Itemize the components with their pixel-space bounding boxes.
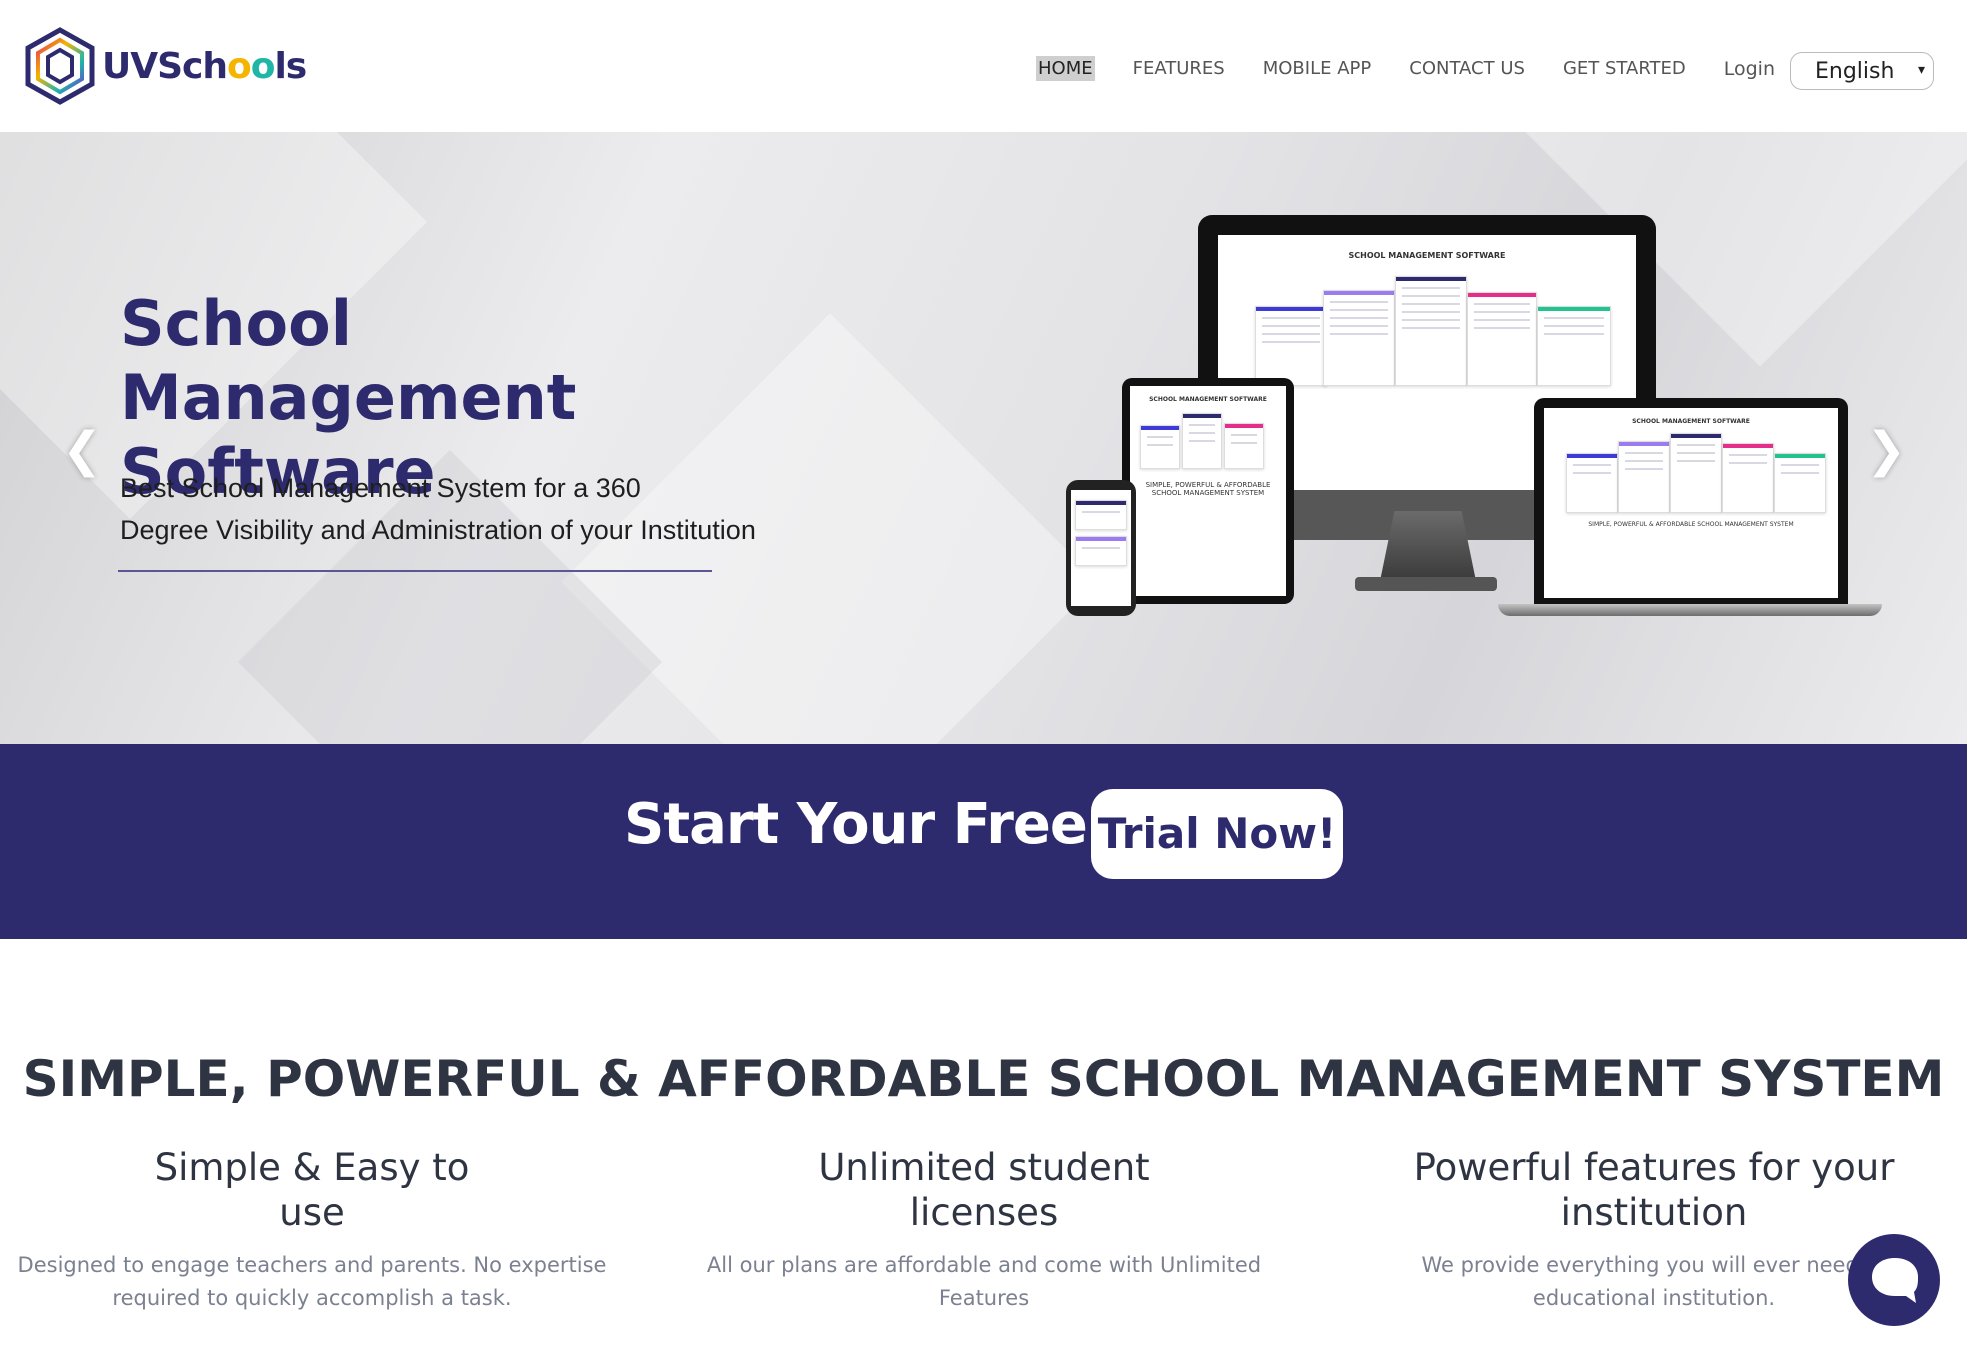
nav-item-home[interactable]: HOME	[1036, 56, 1095, 81]
screen-card	[1565, 453, 1618, 513]
laptop-screen-title: SCHOOL MANAGEMENT SOFTWARE	[1632, 418, 1750, 425]
screen-card	[1075, 536, 1127, 566]
hexagon-logo-icon	[25, 27, 95, 105]
feature-description: All our plans are affordable and come wi…	[706, 1253, 1262, 1310]
feature-card-unlimited-licenses: Unlimited student licenses All our plans…	[700, 1145, 1268, 1315]
screen-card	[1617, 441, 1670, 513]
nav-item-get-started[interactable]: GET STARTED	[1563, 58, 1686, 79]
site-logo[interactable]: UVSchools	[22, 26, 307, 106]
language-select[interactable]: English ▾	[1790, 52, 1934, 90]
phone-mockup	[1066, 480, 1136, 616]
cta-headline: Start Your Free	[624, 792, 1088, 857]
free-trial-banner: Start Your Free Trial Now!	[0, 744, 1967, 939]
tablet-screen: SCHOOL MANAGEMENT SOFTWARE SIMPLE, POWER…	[1130, 386, 1286, 596]
monitor-base	[1355, 577, 1497, 591]
feature-description: Designed to engage teachers and parents.…	[17, 1253, 607, 1310]
screen-card	[1773, 453, 1826, 513]
screen-card	[1721, 443, 1774, 513]
laptop-base	[1498, 604, 1882, 616]
tablet-screen-title: SCHOOL MANAGEMENT SOFTWARE	[1149, 396, 1267, 403]
feature-card-simple: Simple & Easy to use Designed to engage …	[10, 1145, 614, 1315]
tablet-mockup: SCHOOL MANAGEMENT SOFTWARE SIMPLE, POWER…	[1122, 378, 1294, 604]
logo-wordmark: UVSchools	[102, 45, 307, 87]
nav-item-contact-us[interactable]: CONTACT US	[1409, 58, 1525, 79]
chevron-down-icon: ▾	[1917, 62, 1925, 78]
monitor-stand	[1380, 511, 1476, 581]
feature-title: Powerful features for your institution	[1413, 1146, 1895, 1234]
screen-card	[1075, 500, 1127, 530]
top-navbar: UVSchools HOME FEATURES MOBILE APP CONTA…	[0, 0, 1967, 132]
tablet-screen-tagline: SIMPLE, POWERFUL & AFFORDABLE SCHOOL MAN…	[1145, 481, 1271, 497]
trial-now-button[interactable]: Trial Now!	[1091, 789, 1343, 879]
phone-screen	[1071, 490, 1131, 606]
nav-item-features[interactable]: FEATURES	[1133, 58, 1225, 79]
tablet-screen-cards	[1136, 413, 1280, 473]
features-section-title: SIMPLE, POWERFUL & AFFORDABLE SCHOOL MAN…	[22, 1050, 1945, 1108]
login-link[interactable]: Login	[1724, 58, 1775, 80]
language-selected-value: English	[1815, 58, 1895, 84]
monitor-screen-cards	[1235, 276, 1620, 386]
screen-card	[1224, 423, 1265, 469]
screen-card	[1394, 276, 1467, 386]
screen-card	[1466, 292, 1537, 386]
screen-card	[1536, 306, 1611, 386]
hero-subtitle-line: Best School Management System for a 360	[120, 473, 641, 503]
laptop-screen-cards	[1556, 433, 1826, 513]
hero-divider	[118, 570, 712, 572]
laptop-screen: SCHOOL MANAGEMENT SOFTWARE SIMPLE, POWER…	[1544, 408, 1838, 598]
chat-widget-button[interactable]	[1848, 1234, 1940, 1326]
chevron-left-icon: ❮	[62, 422, 103, 478]
slider-prev-button[interactable]: ❮	[62, 422, 102, 478]
hero-slider: ❮ ❯ School Management Software Best Scho…	[0, 132, 1967, 744]
chat-bubble-icon	[1872, 1258, 1918, 1303]
screen-card	[1254, 306, 1327, 386]
feature-title: Unlimited student licenses	[818, 1146, 1150, 1234]
hero-subtitle: Best School Management System for a 360 …	[120, 467, 810, 551]
screen-card	[1322, 290, 1395, 386]
hero-subtitle-line: Degree Visibility and Administration of …	[120, 515, 756, 545]
feature-title: Simple & Easy to use	[154, 1146, 470, 1234]
laptop-screen-tagline: SIMPLE, POWERFUL & AFFORDABLE SCHOOL MAN…	[1588, 521, 1794, 528]
screen-card	[1669, 433, 1722, 513]
nav-item-mobile-app[interactable]: MOBILE APP	[1263, 58, 1372, 79]
chevron-right-icon: ❯	[1866, 422, 1907, 478]
screen-card	[1182, 413, 1223, 469]
slider-next-button[interactable]: ❯	[1866, 422, 1906, 478]
laptop-mockup: SCHOOL MANAGEMENT SOFTWARE SIMPLE, POWER…	[1534, 398, 1848, 604]
screen-card	[1140, 425, 1181, 469]
monitor-screen-title: SCHOOL MANAGEMENT SOFTWARE	[1348, 251, 1506, 260]
main-menu: HOME FEATURES MOBILE APP CONTACT US GET …	[1036, 56, 1813, 81]
